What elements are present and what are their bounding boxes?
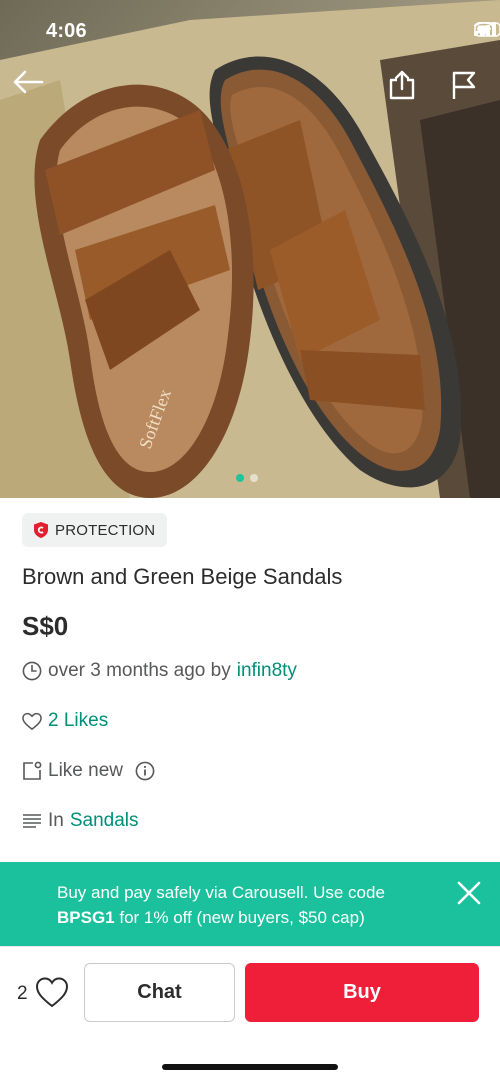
condition-row: Like new (22, 760, 155, 782)
sandals-photo: SoftFlex (0, 0, 500, 498)
listing-photo[interactable]: SoftFlex 4:06 (0, 0, 500, 498)
like-count: 2 (17, 983, 28, 1004)
promo-text: Buy and pay safely via Carousell. Use co… (57, 880, 437, 930)
condition-tag-icon (22, 761, 42, 781)
heart-icon[interactable] (35, 976, 69, 1010)
arrow-left-icon (13, 70, 44, 94)
close-icon[interactable] (456, 880, 482, 906)
buy-button[interactable]: Buy (245, 963, 479, 1022)
heart-outline-icon (22, 711, 42, 731)
posted-row: over 3 months ago by infin8ty (22, 660, 297, 682)
promo-line2: for 1% off (new buyers, $50 cap) (119, 908, 365, 927)
battery-icon (474, 22, 500, 37)
category-prefix: In (48, 810, 64, 831)
share-button[interactable] (388, 70, 424, 106)
list-icon (22, 811, 42, 831)
chat-button[interactable]: Chat (84, 963, 235, 1022)
listing-title: Brown and Green Beige Sandals (22, 564, 343, 589)
report-button[interactable] (450, 70, 486, 106)
category-row: In Sandals (22, 810, 139, 832)
likes-link[interactable]: 2 Likes (48, 710, 108, 732)
promo-line1: Buy and pay safely via Carousell. Use co… (57, 883, 385, 902)
likes-row[interactable]: 2 Likes (22, 710, 108, 732)
flag-icon (452, 71, 476, 99)
home-indicator (162, 1064, 338, 1070)
promo-banner: Buy and pay safely via Carousell. Use co… (0, 862, 500, 946)
category-link[interactable]: Sandals (70, 810, 139, 832)
condition-text: Like new (48, 760, 123, 781)
clock-icon (22, 661, 42, 681)
promo-code: BPSG1 (57, 908, 115, 927)
status-bar: 4:06 (0, 0, 500, 62)
info-icon[interactable] (135, 761, 155, 781)
photo-pager (236, 474, 258, 482)
protection-label: PROTECTION (55, 521, 156, 539)
status-time: 4:06 (46, 20, 87, 42)
protection-badge[interactable]: PROTECTION (22, 513, 168, 547)
pager-dot-1[interactable] (236, 474, 244, 482)
listing-price: S$0 (22, 611, 69, 641)
seller-link[interactable]: infin8ty (237, 660, 297, 682)
pager-dot-2[interactable] (250, 474, 258, 482)
bottom-action-bar: 2 Chat Buy (0, 946, 500, 1080)
shield-icon (34, 522, 48, 538)
back-button[interactable] (12, 70, 48, 106)
share-icon (389, 70, 415, 100)
posted-text: over 3 months ago by (48, 660, 231, 681)
